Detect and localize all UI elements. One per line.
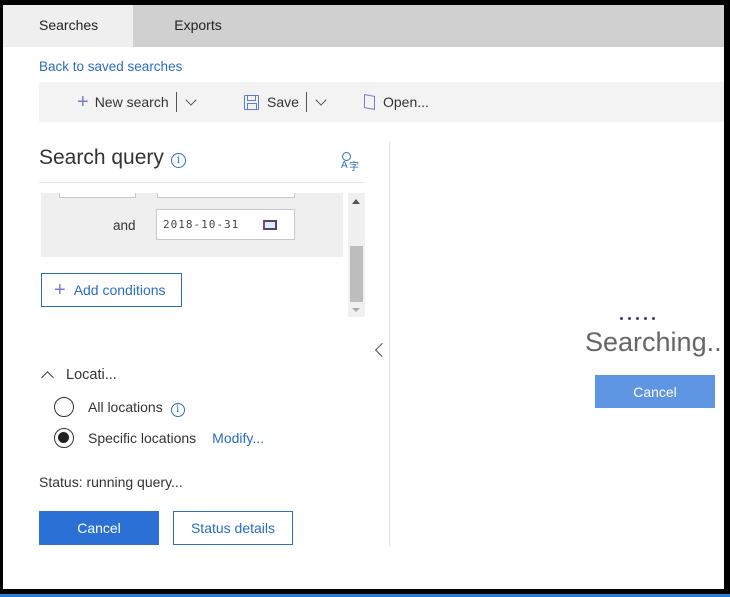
loading-dot [620,317,623,320]
scroll-up-arrow-icon[interactable] [352,199,360,204]
calendar-icon[interactable] [263,220,277,230]
loading-dot [644,317,647,320]
status-details-button[interactable]: Status details [173,511,293,545]
cancel-button[interactable]: Cancel [39,511,159,545]
loading-dots-icon [620,317,655,320]
condition-field-partial[interactable] [59,193,136,198]
cancel-search-button[interactable]: Cancel [595,375,715,408]
end-date-input[interactable]: 2018-10-31 [156,209,295,240]
loading-dot [636,317,639,320]
searching-status-text: Searching... [585,327,724,357]
new-search-group: + New search [77,82,201,122]
locations-section-toggle[interactable]: Locati... [39,367,117,384]
divider [39,182,365,183]
new-search-button[interactable]: New search [95,94,169,110]
separator [305,92,307,112]
start-date-field-partial[interactable] [157,193,295,198]
plus-icon: + [77,91,89,113]
app-window: Searches Exports Back to saved searches … [3,5,724,589]
scroll-down-arrow-icon[interactable] [352,308,360,312]
tab-exports[interactable]: Exports [133,5,263,47]
conditions-panel: and 2018-10-31 [41,193,343,257]
open-folder-icon [364,94,375,110]
info-icon[interactable]: i [170,403,185,417]
save-dropdown-chevron-icon[interactable] [315,93,327,106]
conditions-scrollbar[interactable] [348,193,365,317]
save-group: Save [244,82,331,122]
save-icon [244,94,259,110]
loading-dot [652,317,655,320]
plus-icon: + [54,279,66,301]
back-to-saved-searches-link[interactable]: Back to saved searches [39,59,182,74]
letter-a-glyph: A [341,160,348,171]
chevron-up-icon [41,371,54,384]
search-query-title: Search query [39,146,164,169]
tab-searches[interactable]: Searches [3,5,133,47]
add-conditions-label: Add conditions [73,282,166,298]
locations-header: Locati... [66,367,117,383]
save-button[interactable]: Save [267,94,299,110]
modify-locations-link[interactable]: Modify... [212,430,264,446]
add-conditions-button[interactable]: + Add conditions [41,273,182,307]
all-locations-option: All locations i [54,397,185,417]
toolbar: + New search Save Open... [39,82,724,122]
separator [175,92,177,112]
info-icon[interactable]: i [171,153,186,168]
all-locations-label[interactable]: All locations [88,399,163,415]
collapse-pane-chevron-icon[interactable] [374,342,390,358]
loading-dot [628,317,631,320]
scrollbar-thumb[interactable] [350,246,363,302]
and-label: and [113,218,136,233]
cjk-glyph: 字 [349,162,359,173]
language-translate-icon[interactable]: A 字 [340,152,360,173]
specific-locations-label[interactable]: Specific locations [88,430,196,446]
specific-locations-option: Specific locations Modify... [54,428,264,448]
open-button-label: Open... [383,94,429,110]
specific-locations-radio[interactable] [54,428,74,448]
end-date-value: 2018-10-31 [163,218,240,231]
pane-divider [389,142,390,546]
status-text: Status: running query... [39,474,183,490]
tab-bar: Searches Exports [3,5,724,47]
all-locations-radio[interactable] [54,397,74,417]
open-button[interactable]: Open... [364,82,429,122]
new-search-dropdown-chevron-icon[interactable] [184,93,197,106]
